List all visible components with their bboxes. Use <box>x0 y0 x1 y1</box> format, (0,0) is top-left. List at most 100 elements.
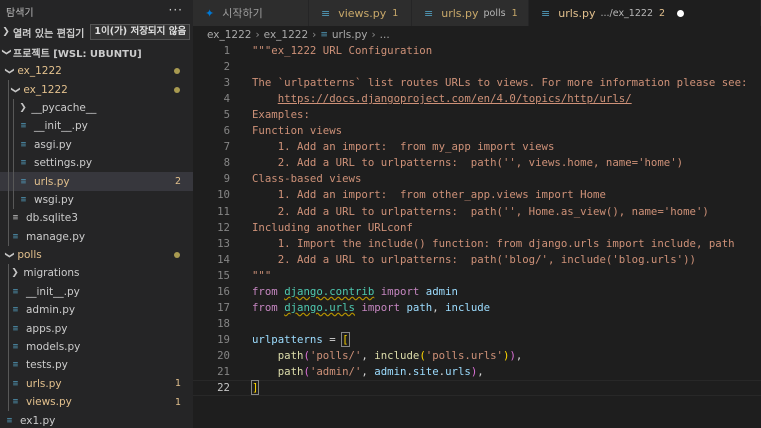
line-code: 1. Add an import: from my_app import vie… <box>252 139 555 155</box>
code-line[interactable]: 15 """ <box>193 268 761 284</box>
tab-problem-badge: 1 <box>392 7 399 19</box>
code-line[interactable]: 10 1. Add an import: from other_app.view… <box>193 187 761 203</box>
editor-tab-bar: ✦ 시작하기 ≡ views.py 1 ≡ urls.py polls 1 ≡ urls.py...… <box>193 0 761 26</box>
indent-guide <box>8 393 9 412</box>
tree-item-label: settings.py <box>34 157 93 170</box>
code-token: Function views <box>252 124 343 138</box>
tab-label: urls.py <box>441 6 479 20</box>
database-icon: ≡ <box>12 213 19 224</box>
tab-label: urls.py <box>558 6 596 20</box>
file-item[interactable]: ≡ apps.py <box>0 319 193 338</box>
python-file-icon: ≡ <box>12 397 19 408</box>
file-item[interactable]: ≡ asgi.py <box>0 135 193 154</box>
code-line[interactable]: 16 from django.contrib import admin <box>193 284 761 300</box>
code-editor[interactable]: 1 """ex_1222 URL Configuration 2 3 The `urlp… <box>193 43 761 428</box>
more-actions-icon[interactable]: ··· <box>169 3 183 17</box>
line-code: Class-based views <box>252 171 361 187</box>
code-line[interactable]: 21 path('admin/', admin.site.urls), <box>193 364 761 380</box>
file-item[interactable]: ≡ db.sqlite3 <box>0 209 193 228</box>
code-line[interactable]: 17 from django.urls import path, include <box>193 300 761 316</box>
project-section[interactable]: ❯ 프로젝트 [WSL: UBUNTU] <box>0 42 193 62</box>
python-icon: ≡ <box>424 6 434 20</box>
line-code: path('admin/', admin.site.urls), <box>252 364 484 380</box>
line-number: 12 <box>217 220 230 234</box>
python-file-icon: ≡ <box>12 286 19 297</box>
code-token: Examples: <box>252 108 310 122</box>
code-line[interactable]: 3 The `urlpatterns` list routes URLs to v… <box>193 75 761 91</box>
code-line[interactable]: 2 <box>193 59 761 75</box>
tree-item-label: __init__.py <box>26 285 80 298</box>
indent-guide <box>13 172 14 191</box>
file-item[interactable]: ≡ admin.py <box>0 301 193 320</box>
file-item[interactable]: ≡ tests.py <box>0 356 193 375</box>
unsaved-dot-icon[interactable] <box>677 9 685 17</box>
code-token: , <box>432 300 446 314</box>
chevron-down-icon: ❯ <box>4 251 14 259</box>
code-line[interactable]: 7 1. Add an import: from my_app import v… <box>193 139 761 155</box>
file-item[interactable]: ≡ urls.py 1 <box>0 374 193 394</box>
code-token: 'admin/' <box>309 365 362 378</box>
open-editors-section[interactable]: ❯ 열려 있는 편집기 1이(가) 저장되지 않음 <box>0 22 193 42</box>
folder-item[interactable]: ❯ migrations <box>0 264 193 283</box>
code-line[interactable]: 11 2. Add a URL to urlpatterns: path('',… <box>193 204 761 220</box>
python-file-icon: ≡ <box>6 415 13 426</box>
breadcrumb-item[interactable]: ex_1222 <box>207 29 251 41</box>
folder-item[interactable]: ❯ ex_1222 <box>0 80 193 99</box>
indent-guide <box>8 190 9 210</box>
file-item[interactable]: ≡ wsgi.py <box>0 190 193 210</box>
file-item[interactable]: ≡ models.py <box>0 337 193 357</box>
code-line[interactable]: 5 Examples: <box>193 107 761 123</box>
tree-item-label: __pycache__ <box>31 101 97 114</box>
tab-urlspy-ex1222[interactable]: ≡ urls.py .../ex_1222 2 <box>529 0 761 26</box>
folder-item[interactable]: ❯ ex_1222 <box>0 62 193 80</box>
code-token: django.urls <box>284 300 355 314</box>
tab-urlspy-polls[interactable]: ≡ urls.py polls 1 <box>412 0 529 26</box>
file-item[interactable]: ≡ __init__.py <box>0 282 193 302</box>
tree-item-label: ex_1222 <box>17 65 62 78</box>
line-code: """ <box>252 268 271 284</box>
code-token: Class-based views <box>252 172 362 186</box>
line-number: 19 <box>217 332 230 346</box>
file-item[interactable]: ≡ views.py 1 <box>0 393 193 412</box>
code-line[interactable]: 12 Including another URLconf <box>193 220 761 236</box>
code-line[interactable]: 14 2. Add a URL to urlpatterns: path('bl… <box>193 252 761 268</box>
code-line[interactable]: 20 path('polls/', include('polls.urls'))… <box>193 348 761 364</box>
line-code: Including another URLconf <box>252 220 413 236</box>
python-file-icon: ≡ <box>20 176 27 187</box>
problem-count-badge: 2 <box>174 176 181 188</box>
folder-item[interactable]: ❯ __pycache__ <box>0 98 193 118</box>
tab-viewspy[interactable]: ≡ views.py 1 <box>309 0 412 26</box>
tree-item-label: migrations <box>23 267 80 280</box>
code-line[interactable]: 4 https://docs.djangoproject.com/en/4.0/… <box>193 91 761 107</box>
code-line[interactable]: 22] <box>193 380 761 396</box>
breadcrumb-item[interactable]: ex_1222 <box>264 29 308 41</box>
code-line[interactable]: 9 Class-based views <box>193 171 761 187</box>
file-item[interactable]: ≡ __init__.py <box>0 117 193 136</box>
code-token: 1. Add an import: from other_app.views i… <box>252 188 606 202</box>
line-code: from django.urls import path, include <box>252 300 490 316</box>
code-line[interactable]: 6 Function views <box>193 123 761 139</box>
code-line[interactable]: 19 urlpatterns = [ <box>193 331 761 348</box>
file-item[interactable]: ≡ urls.py 2 <box>0 172 193 191</box>
code-line[interactable]: 1 """ex_1222 URL Configuration <box>193 43 761 59</box>
line-number: 15 <box>217 268 230 282</box>
tree-item-label: views.py <box>26 396 72 409</box>
code-token: path <box>277 365 304 378</box>
code-line[interactable]: 8 2. Add a URL to urlpatterns: path('', … <box>193 155 761 171</box>
file-item[interactable]: ≡ settings.py <box>0 153 193 173</box>
file-item[interactable]: ≡ manage.py <box>0 227 193 246</box>
folder-item[interactable]: ❯ polls <box>0 246 193 264</box>
code-line[interactable]: 13 1. Import the include() function: fro… <box>193 236 761 252</box>
indent-guide <box>8 172 9 191</box>
problem-count-badge: 1 <box>174 378 181 390</box>
indent-guide <box>8 227 9 246</box>
unsaved-badge: 1이(가) 저장되지 않음 <box>90 24 191 40</box>
breadcrumb-item[interactable]: urls.py <box>332 29 368 41</box>
tab-[interactable]: ✦ 시작하기 <box>193 0 309 26</box>
file-item[interactable]: ≡ ex1.py <box>0 411 193 428</box>
line-code: 2. Add a URL to urlpatterns: path('', Ho… <box>252 204 709 220</box>
breadcrumb-item[interactable]: ... <box>380 29 390 41</box>
modified-dot-icon <box>174 86 180 93</box>
code-line[interactable]: 18 <box>193 316 761 332</box>
